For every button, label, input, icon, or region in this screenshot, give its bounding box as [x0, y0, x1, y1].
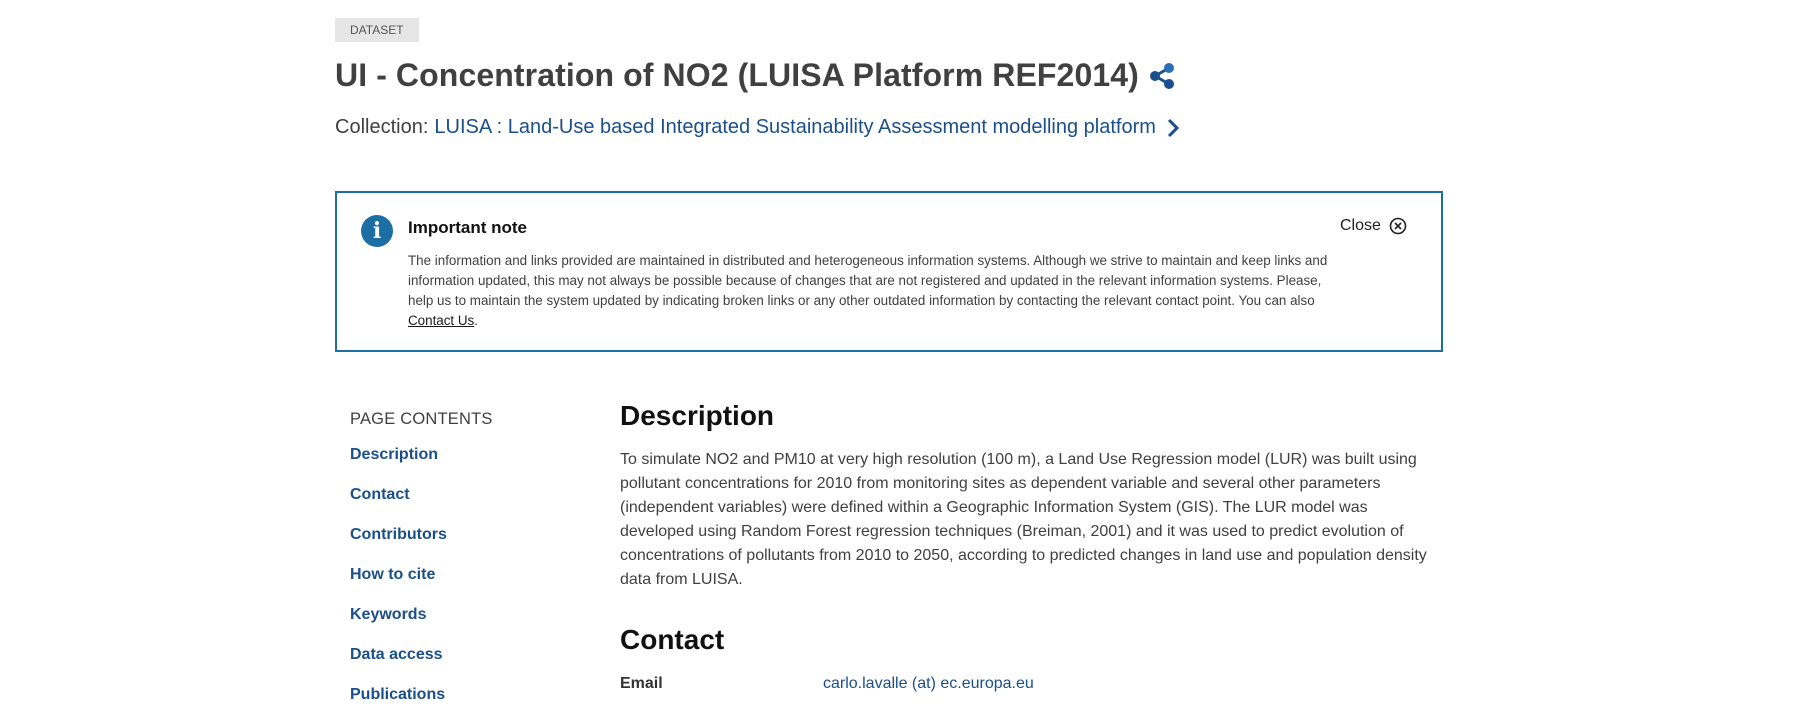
share-icon[interactable] — [1147, 61, 1177, 91]
close-button[interactable]: Close — [1340, 217, 1407, 235]
toc-item-description[interactable]: Description — [350, 445, 493, 485]
page-title: UI - Concentration of NO2 (LUISA Platfor… — [335, 57, 1139, 93]
description-heading: Description — [620, 400, 775, 431]
title-row: UI - Concentration of NO2 (LUISA Platfor… — [335, 57, 1177, 94]
dataset-badge: DATASET — [335, 18, 419, 42]
info-icon: i — [361, 215, 393, 247]
note-end: . — [474, 313, 478, 328]
toc-item-contributors[interactable]: Contributors — [350, 525, 493, 565]
collection-prefix: Collection: — [335, 116, 429, 138]
contact-heading: Contact — [620, 624, 725, 655]
description-section: Description To simulate NO2 and PM10 at … — [620, 400, 1430, 608]
toc-item-contact[interactable]: Contact — [350, 485, 493, 525]
page-contents-nav: PAGE CONTENTS Description Contact Contri… — [350, 410, 493, 725]
close-circle-icon[interactable] — [1389, 217, 1407, 235]
description-text: To simulate NO2 and PM10 at very high re… — [620, 451, 1427, 588]
collection-row: Collection: LUISA : Land-Use based Integ… — [335, 116, 1180, 139]
toc-item-publications[interactable]: Publications — [350, 685, 493, 725]
toc-item-data-access[interactable]: Data access — [350, 645, 493, 685]
note-title: Important note — [408, 218, 527, 237]
email-row: Email carlo.lavalle (at) ec.europa.eu — [620, 675, 1034, 693]
close-label: Close — [1340, 217, 1381, 234]
collection-link[interactable]: LUISA : Land-Use based Integrated Sustai… — [434, 116, 1156, 139]
note-text: The information and links provided are m… — [408, 251, 1338, 331]
note-body: The information and links provided are m… — [408, 253, 1328, 308]
email-link[interactable]: carlo.lavalle (at) ec.europa.eu — [823, 675, 1034, 693]
toc-item-keywords[interactable]: Keywords — [350, 605, 493, 645]
important-note-panel: i Important note The information and lin… — [335, 191, 1443, 352]
toc-heading: PAGE CONTENTS — [350, 410, 493, 428]
chevron-right-icon[interactable] — [1166, 117, 1180, 139]
email-label: Email — [620, 675, 663, 692]
toc-item-how-to-cite[interactable]: How to cite — [350, 565, 493, 605]
contact-us-link[interactable]: Contact Us — [408, 313, 474, 328]
